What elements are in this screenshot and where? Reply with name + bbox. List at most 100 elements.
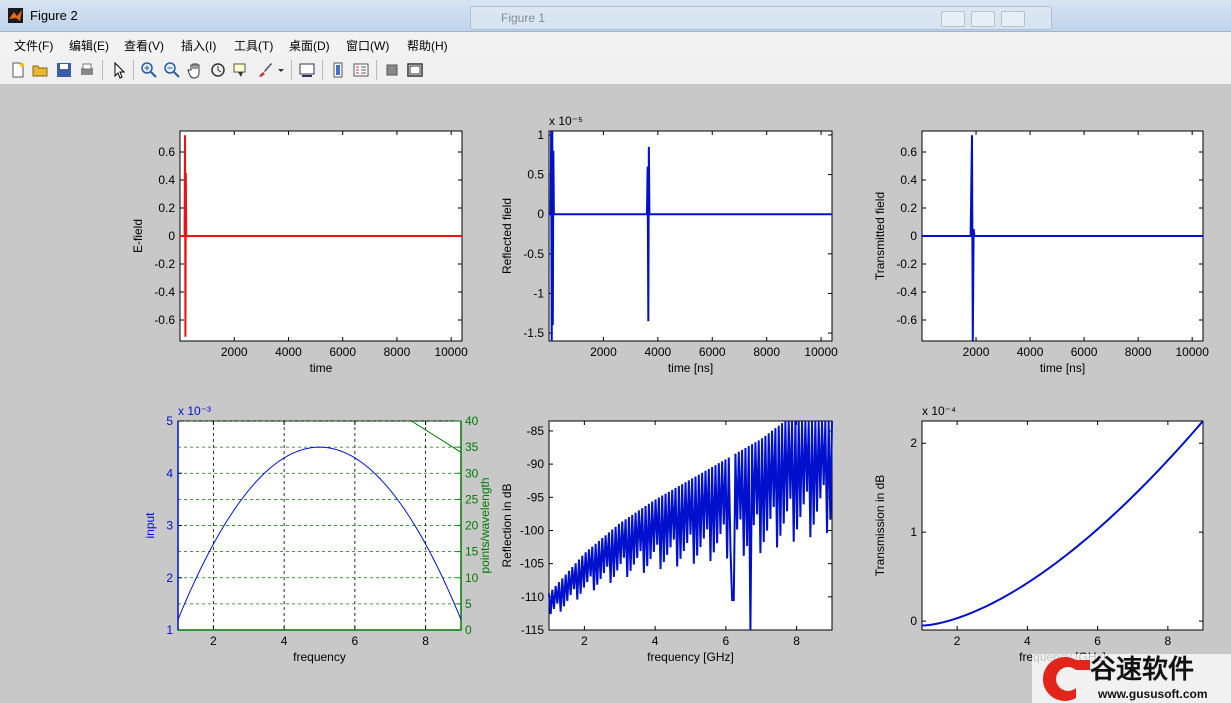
watermark-brand: 谷速软件 <box>1090 654 1194 684</box>
x-tick-label: 6000 <box>699 345 726 359</box>
y-axis-label: Reflection in dB <box>500 483 514 567</box>
y-axis-label: Transmitted field <box>873 192 887 280</box>
x-tick-label: 10000 <box>804 345 838 359</box>
show-plot-tools-icon[interactable] <box>406 61 424 79</box>
subplot-3[interactable]: 2000 4000 6000 8000 10000 -0.6 -0.4 -0.2 0 0.2 0.4… <box>873 130 1210 375</box>
y-right-tick-label: 5 <box>465 597 472 611</box>
y-tick-label: 1 <box>537 128 544 142</box>
y-tick-label: -0.6 <box>154 313 175 327</box>
x-tick-label: 6000 <box>329 345 356 359</box>
legend-icon[interactable] <box>352 61 370 79</box>
title-bar[interactable]: Figure 2 Figure 1 <box>0 0 1231 32</box>
x-tick-label: 2000 <box>221 345 248 359</box>
toolbar-separator <box>102 60 103 80</box>
menu-tools[interactable]: 工具(T) <box>234 37 273 54</box>
toolbar-separator <box>133 60 134 80</box>
x-axis-label: time [ns] <box>1040 361 1085 375</box>
menu-help[interactable]: 帮助(H) <box>407 37 448 54</box>
y-tick-label: 5 <box>166 414 173 428</box>
y-axis-label: Transmission in dB <box>873 475 887 577</box>
y-tick-label: -1.5 <box>523 326 544 340</box>
x-tick-label: 4000 <box>275 345 302 359</box>
y-tick-label: -105 <box>520 557 544 571</box>
subplot-4[interactable]: 2 4 6 8 1 2 3 4 5 0 5 10 15 20 25 30 35 40 points/waveleng… <box>143 404 492 664</box>
y-right-tick-label: 15 <box>465 545 479 559</box>
menu-view[interactable]: 查看(V) <box>124 37 164 54</box>
new-file-icon[interactable] <box>9 61 27 79</box>
y-tick-label: -1 <box>533 286 544 300</box>
x-tick-label: 4000 <box>1017 345 1044 359</box>
menu-file[interactable]: 文件(F) <box>14 37 53 54</box>
matlab-logo-icon <box>8 8 23 23</box>
axes-box[interactable] <box>921 420 1204 631</box>
window-title: Figure 2 <box>30 8 78 23</box>
pointer-icon[interactable] <box>110 61 128 79</box>
menu-edit[interactable]: 编辑(E) <box>69 37 109 54</box>
x-tick-label: 4 <box>1024 634 1031 648</box>
x-tick-label: 8 <box>793 634 800 648</box>
figure-window: Figure 2 Figure 1 文件(F) 编辑(E) 查看(V) 插入(I… <box>0 0 1231 703</box>
open-folder-icon[interactable] <box>31 61 49 79</box>
subplot-6[interactable]: 2468012frequency [GHz]Transmission in dB… <box>873 404 1204 664</box>
zoom-out-icon[interactable] <box>163 61 181 79</box>
y-right-tick-label: 40 <box>465 414 479 428</box>
menu-insert[interactable]: 插入(I) <box>181 37 216 54</box>
x-tick-label: 8 <box>1165 634 1172 648</box>
x-tick-label: 8000 <box>1125 345 1152 359</box>
save-icon[interactable] <box>55 61 73 79</box>
zoom-in-icon[interactable] <box>140 61 158 79</box>
y-right-tick-label: 10 <box>465 571 479 585</box>
y-right-tick-label: 30 <box>465 466 479 480</box>
background-window-titlebar[interactable]: Figure 1 <box>470 6 1052 30</box>
brush-icon[interactable] <box>256 61 274 79</box>
colorbar-icon[interactable] <box>329 61 347 79</box>
brush-dropdown-icon[interactable] <box>276 61 286 79</box>
x-tick-label: 2 <box>954 634 961 648</box>
background-maximize-button[interactable] <box>971 11 995 27</box>
print-icon[interactable] <box>78 61 96 79</box>
menu-desktop[interactable]: 桌面(D) <box>289 37 330 54</box>
background-minimize-button[interactable] <box>941 11 965 27</box>
y-tick-label: -115 <box>521 623 544 637</box>
menu-window[interactable]: 窗口(W) <box>346 37 389 54</box>
y-right-tick-label: 0 <box>465 623 472 637</box>
y-tick-label: -0.6 <box>896 313 917 327</box>
data-cursor-icon[interactable] <box>232 61 250 79</box>
y-right-tick-label: 25 <box>465 492 479 506</box>
link-plot-icon[interactable] <box>298 61 316 79</box>
x-tick-label: 4000 <box>644 345 671 359</box>
axes-box[interactable] <box>548 130 833 342</box>
x-tick-label: 8 <box>422 634 429 648</box>
y-tick-label: -100 <box>520 523 544 537</box>
subplot-2[interactable]: 2000 4000 6000 8000 10000 -1.5 -1 -0.5 0 0.5 1 time… <box>500 114 838 375</box>
x-axis-label: frequency [GHz] <box>647 650 734 664</box>
rotate-3d-icon[interactable] <box>209 61 227 79</box>
subplot-grid: 2000 4000 6000 8000 10000 -0.6 -0.4 -0.2 0 0.2 0.4… <box>131 114 1210 664</box>
y-tick-label: 0.6 <box>158 145 175 159</box>
x-tick-label: 10000 <box>1176 345 1210 359</box>
y-tick-label: 0.5 <box>527 168 544 182</box>
toolbar-separator <box>291 60 292 80</box>
background-close-button[interactable] <box>1001 11 1025 27</box>
y-tick-label: 0 <box>168 229 175 243</box>
x-tick-label: 4 <box>281 634 288 648</box>
y-tick-label: -0.2 <box>896 257 917 271</box>
subplot-1[interactable]: 2000 4000 6000 8000 10000 -0.6 -0.4 -0.2 0 0.2 0.4… <box>131 130 468 375</box>
x-tick-label: 2 <box>581 634 588 648</box>
subplot-5[interactable]: 2 4 6 8 -115 -110 -105 -100 -95 -90 -85 frequency [… <box>500 420 833 664</box>
y-tick-label: 0.2 <box>158 201 175 215</box>
pan-hand-icon[interactable] <box>186 61 204 79</box>
y-tick-label: -85 <box>527 424 545 438</box>
x-tick-label: 6 <box>723 634 730 648</box>
hide-plot-tools-icon[interactable] <box>383 61 401 79</box>
y-right-tick-label: 35 <box>465 440 479 454</box>
y-tick-label: -0.4 <box>896 285 917 299</box>
x-tick-label: 10000 <box>434 345 468 359</box>
x-tick-label: 8000 <box>753 345 780 359</box>
toolbar <box>0 56 1231 85</box>
y-tick-label: 0.6 <box>900 145 917 159</box>
y-exponent-label: x 10⁻⁵ <box>549 114 583 128</box>
figure-canvas: 2000 4000 6000 8000 10000 -0.6 -0.4 -0.2 0 0.2 0.4… <box>6 86 1225 696</box>
y-tick-label: 0.4 <box>158 173 175 187</box>
x-tick-label: 2000 <box>963 345 990 359</box>
